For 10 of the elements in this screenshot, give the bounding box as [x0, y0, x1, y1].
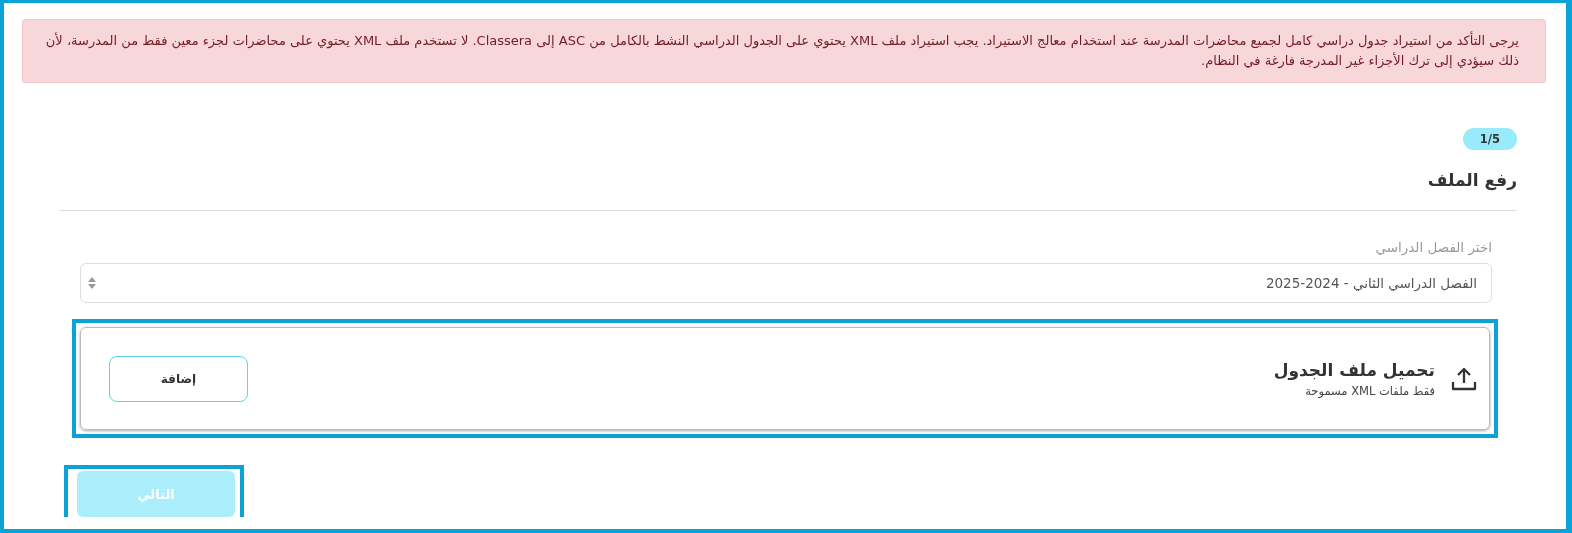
upload-title: تحميل ملف الجدول: [1273, 359, 1435, 380]
term-select[interactable]: الفصل الدراسي الثاني - 2024-2025: [80, 263, 1492, 303]
step-badge: 1/5: [1462, 128, 1517, 150]
sort-arrows-icon: [87, 276, 97, 290]
upload-icon: [1451, 365, 1477, 392]
alert-message: يرجى التأكد من استيراد جدول دراسي كامل لجميع محاضرات المدرسة عند استخدام معالج الاستيراد. يجب استيراد ملف XML يحتوي على الجدول الدراسي النشط بالكامل من ASC إلى Classera. لا تستخدم ملف XML يحتوي على محاضرات لجزء معين فقط من المدرسة، لأن ذلك سيؤدي إلى ترك الأجزاء غير المدرجة فارغة في النظام.: [22, 19, 1546, 83]
section-title: رفع الملف: [1426, 170, 1517, 190]
upload-hint: فقط ملفات XML مسموحة: [1304, 383, 1435, 398]
field-label: اختر الفصل الدراسي: [1374, 239, 1492, 255]
add-button[interactable]: إضافة: [109, 355, 248, 402]
